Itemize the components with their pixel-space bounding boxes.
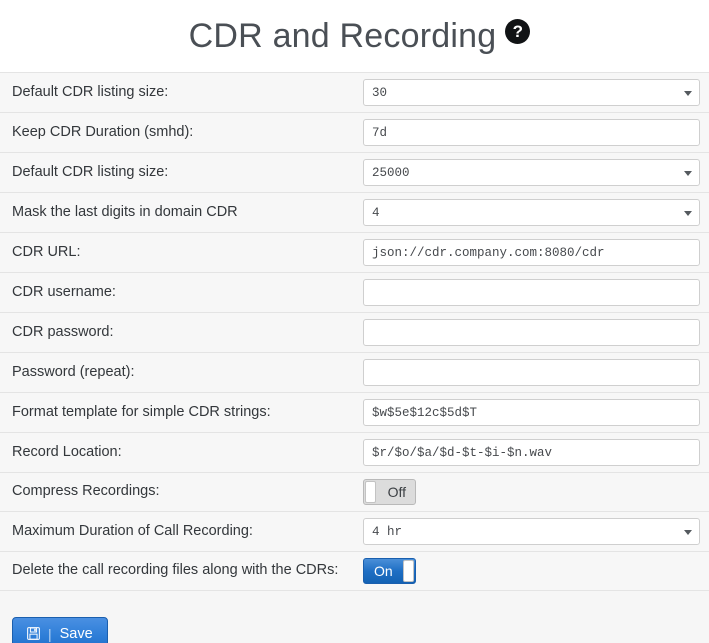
text-input[interactable] xyxy=(363,359,700,386)
form-row: Keep CDR Duration (smhd): 7d xyxy=(0,113,709,153)
form-row: CDR username: xyxy=(0,273,709,313)
form-row: Format template for simple CDR strings: $… xyxy=(0,393,709,433)
form-footer: | Save xyxy=(0,591,709,643)
form-row-label: Compress Recordings: xyxy=(12,483,160,500)
form-row-label: Record Location: xyxy=(12,443,122,460)
toggle-switch[interactable]: On xyxy=(363,558,416,584)
text-input[interactable]: $w$5e$12c$5d$T xyxy=(363,399,700,426)
select-dropdown[interactable]: 25000 xyxy=(363,159,700,186)
form-row-field: 4 xyxy=(363,193,709,233)
text-input[interactable]: 7d xyxy=(363,119,700,146)
floppy-disk-icon xyxy=(27,627,40,640)
form-row: Maximum Duration of Call Recording: 4 hr xyxy=(0,512,709,552)
help-circle-icon[interactable]: ? xyxy=(505,19,531,44)
settings-form: Default CDR listing size: 30 Keep CDR Dura… xyxy=(0,72,709,591)
form-row-field: 7d xyxy=(363,113,709,153)
text-input[interactable]: json://cdr.company.com:8080/cdr xyxy=(363,239,700,266)
form-row: Default CDR listing size: 30 xyxy=(0,72,709,113)
form-row: Mask the last digits in domain CDR 4 xyxy=(0,193,709,233)
cdr-recording-settings-page: CDR and Recording ? Default CDR listing … xyxy=(0,0,709,643)
form-row-label: Maximum Duration of Call Recording: xyxy=(12,522,253,539)
form-row-field: 4 hr xyxy=(363,512,709,552)
form-row-label: Delete the call recording files along wi… xyxy=(12,562,339,579)
form-row-field xyxy=(363,313,709,353)
select-value: 4 hr xyxy=(372,524,403,539)
form-row: Compress Recordings: Off xyxy=(0,473,709,512)
form-row-field xyxy=(363,353,709,393)
text-input[interactable] xyxy=(363,319,700,346)
form-row-field: json://cdr.company.com:8080/cdr xyxy=(363,233,709,273)
text-input[interactable]: $r/$o/$a/$d-$t-$i-$n.wav xyxy=(363,439,700,466)
form-row: CDR URL: json://cdr.company.com:8080/cdr xyxy=(0,233,709,273)
form-row: CDR password: xyxy=(0,313,709,353)
form-row-field: Off xyxy=(363,473,709,512)
form-row-field: 25000 xyxy=(363,153,709,193)
select-dropdown[interactable]: 30 xyxy=(363,79,700,106)
form-row-label: Default CDR listing size: xyxy=(12,163,169,180)
form-row-label: CDR username: xyxy=(12,283,116,300)
form-row-label: CDR password: xyxy=(12,323,114,340)
form-row-label: Default CDR listing size: xyxy=(12,83,169,100)
toggle-label: On xyxy=(374,563,393,579)
save-button-divider: | xyxy=(48,625,52,642)
form-row-label: Format template for simple CDR strings: xyxy=(12,403,271,420)
select-value: 25000 xyxy=(372,165,410,180)
select-value: 4 xyxy=(372,205,380,220)
page-header: CDR and Recording ? xyxy=(0,0,709,72)
form-row: Password (repeat): xyxy=(0,353,709,393)
form-row-field xyxy=(363,273,709,313)
form-row-label: Password (repeat): xyxy=(12,363,135,380)
form-row-label: CDR URL: xyxy=(12,243,81,260)
select-value: 30 xyxy=(372,85,388,100)
chevron-down-icon xyxy=(684,90,692,96)
form-row-field: $r/$o/$a/$d-$t-$i-$n.wav xyxy=(363,433,709,473)
form-row-field: $w$5e$12c$5d$T xyxy=(363,393,709,433)
select-dropdown[interactable]: 4 hr xyxy=(363,518,700,545)
form-row: Delete the call recording files along wi… xyxy=(0,552,709,591)
toggle-switch[interactable]: Off xyxy=(363,479,416,505)
chevron-down-icon xyxy=(684,210,692,216)
chevron-down-icon xyxy=(684,529,692,535)
page-title: CDR and Recording xyxy=(188,17,497,55)
save-button-label: Save xyxy=(59,625,93,642)
save-button[interactable]: | Save xyxy=(12,617,108,643)
text-input[interactable] xyxy=(363,279,700,306)
chevron-down-icon xyxy=(684,170,692,176)
form-row: Record Location: $r/$o/$a/$d-$t-$i-$n.wav xyxy=(0,433,709,473)
form-row: Default CDR listing size: 25000 xyxy=(0,153,709,193)
toggle-knob xyxy=(403,560,414,582)
select-dropdown[interactable]: 4 xyxy=(363,199,700,226)
form-row-label: Keep CDR Duration (smhd): xyxy=(12,123,194,140)
form-row-field: On xyxy=(363,552,709,591)
toggle-label: Off xyxy=(387,484,406,500)
form-row-field: 30 xyxy=(363,73,709,113)
form-row-label: Mask the last digits in domain CDR xyxy=(12,203,238,220)
toggle-knob xyxy=(365,481,376,503)
